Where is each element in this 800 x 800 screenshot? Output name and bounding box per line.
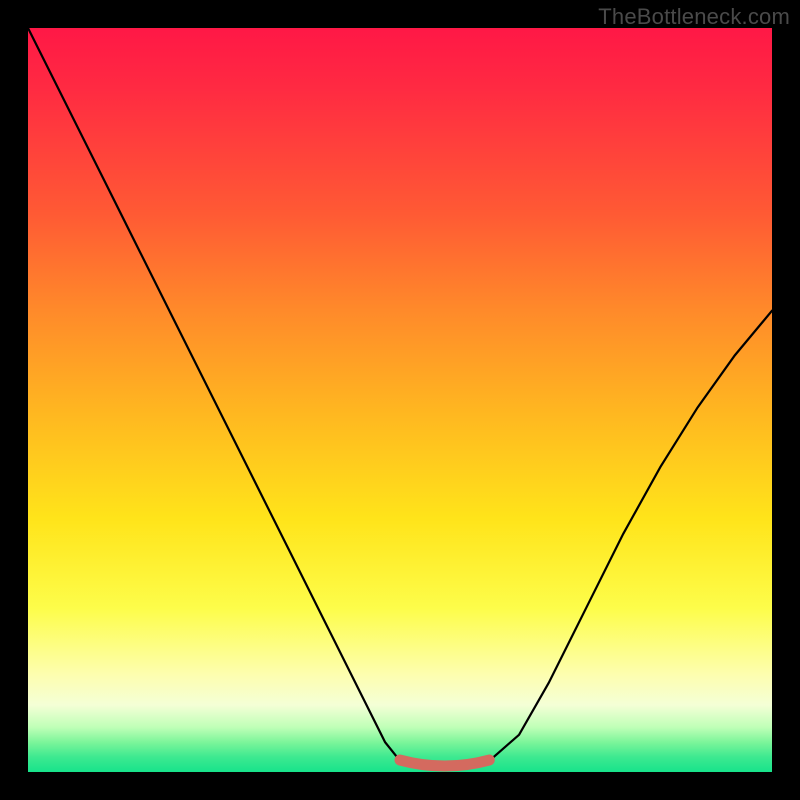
- bottleneck-curve-path: [28, 28, 772, 768]
- chart-frame: TheBottleneck.com: [0, 0, 800, 800]
- plot-area: [28, 28, 772, 772]
- trough-marker-path: [400, 760, 489, 766]
- watermark-text: TheBottleneck.com: [598, 4, 790, 30]
- curve-svg: [28, 28, 772, 772]
